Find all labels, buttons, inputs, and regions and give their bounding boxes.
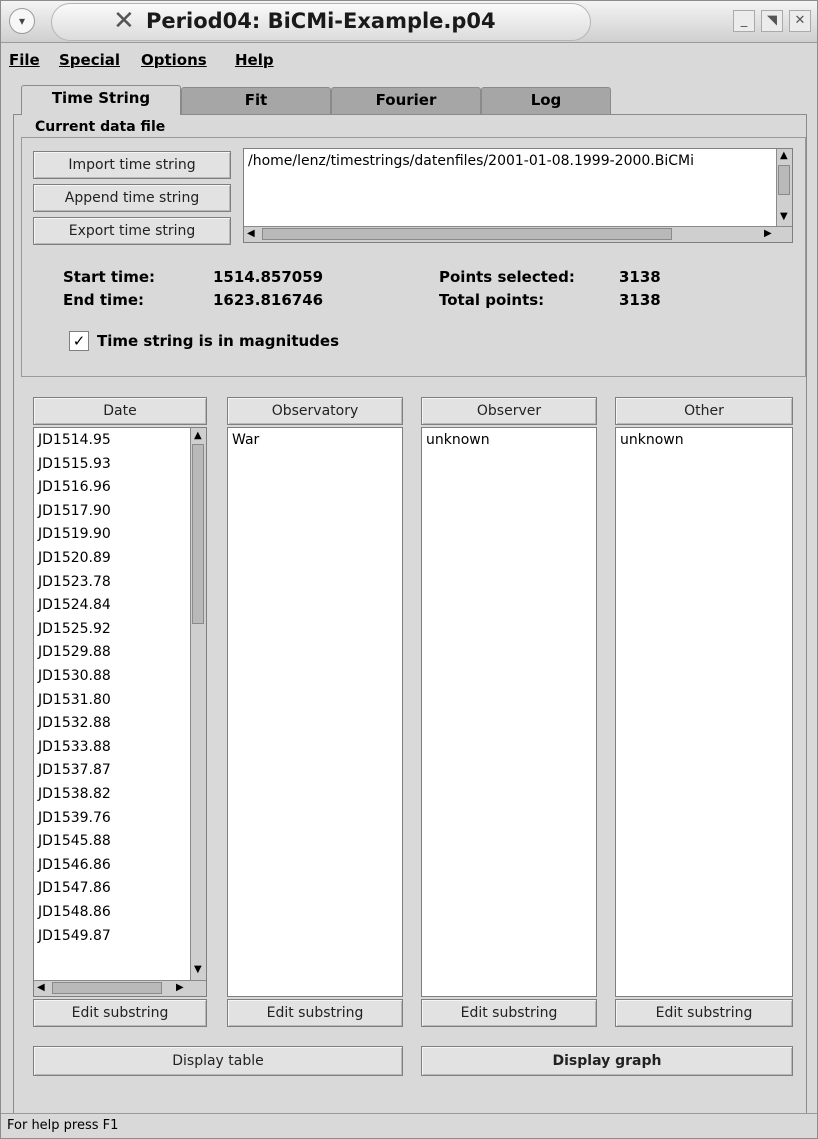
- edit-substring-observatory-button[interactable]: Edit substring: [227, 999, 403, 1027]
- date-list-item[interactable]: JD1516.96: [38, 479, 111, 495]
- tab-time-string[interactable]: Time String: [21, 85, 181, 115]
- display-table-button[interactable]: Display table: [33, 1046, 403, 1076]
- edit-substring-date-button[interactable]: Edit substring: [33, 999, 207, 1027]
- path-vertical-scrollbar[interactable]: ▲ ▼: [776, 149, 792, 227]
- date-hscroll-thumb[interactable]: [52, 982, 162, 994]
- menu-special[interactable]: Special: [59, 51, 120, 69]
- date-list-item[interactable]: JD1530.88: [38, 668, 111, 684]
- list-item[interactable]: unknown: [620, 432, 684, 448]
- other-listbox[interactable]: unknown: [615, 427, 793, 997]
- end-time-value: 1623.816746: [213, 291, 324, 309]
- date-list-item[interactable]: JD1523.78: [38, 574, 111, 590]
- column-header-other[interactable]: Other: [615, 397, 793, 425]
- export-time-string-button[interactable]: Export time string: [33, 217, 231, 245]
- magnitudes-checkbox[interactable]: ✓: [69, 331, 89, 351]
- menu-file[interactable]: File: [9, 51, 40, 69]
- date-horizontal-scrollbar[interactable]: ◀ ▶: [34, 980, 206, 996]
- close-icon[interactable]: ✕: [789, 10, 811, 32]
- date-list-item[interactable]: JD1520.89: [38, 550, 111, 566]
- date-listbox[interactable]: JD1514.95 JD1515.93 JD1516.96 JD1517.90 JD15…: [33, 427, 207, 997]
- menu-options[interactable]: Options: [141, 51, 207, 69]
- total-points-value: 3138: [619, 291, 661, 309]
- date-scroll-left-icon[interactable]: ◀: [37, 982, 45, 994]
- date-list-item[interactable]: JD1515.93: [38, 456, 111, 472]
- date-list-item[interactable]: JD1514.95: [38, 432, 111, 448]
- date-list-item[interactable]: JD1524.84: [38, 597, 111, 613]
- path-hscroll-thumb[interactable]: [262, 228, 672, 240]
- date-list-item[interactable]: JD1517.90: [38, 503, 111, 519]
- menu-help[interactable]: Help: [235, 51, 274, 69]
- x-logo-icon: ✕: [113, 6, 135, 36]
- column-header-observer[interactable]: Observer: [421, 397, 597, 425]
- display-graph-button[interactable]: Display graph: [421, 1046, 793, 1076]
- date-list-item[interactable]: JD1529.88: [38, 644, 111, 660]
- path-vscroll-thumb[interactable]: [778, 165, 790, 195]
- edit-substring-observer-button[interactable]: Edit substring: [421, 999, 597, 1027]
- tab-fourier[interactable]: Fourier: [331, 87, 481, 114]
- observatory-listbox[interactable]: War: [227, 427, 403, 997]
- list-item[interactable]: unknown: [426, 432, 490, 448]
- end-time-label: End time:: [63, 291, 144, 309]
- date-list-item[interactable]: JD1547.86: [38, 880, 111, 896]
- date-list-item[interactable]: JD1533.88: [38, 739, 111, 755]
- application-window: ▾ ✕ Period04: BiCMi-Example.p04 _ ◥ ✕ Fi…: [0, 0, 818, 1139]
- file-path-textarea[interactable]: /home/lenz/timestrings/datenfiles/2001-0…: [243, 148, 793, 243]
- date-list-item[interactable]: JD1525.92: [38, 621, 111, 637]
- date-list-item[interactable]: JD1545.88: [38, 833, 111, 849]
- date-list-item[interactable]: JD1546.86: [38, 857, 111, 873]
- window-title: Period04: BiCMi-Example.p04: [146, 9, 496, 33]
- date-list-item[interactable]: JD1549.87: [38, 928, 111, 944]
- minimize-icon[interactable]: _: [733, 10, 755, 32]
- status-bar: For help press F1: [1, 1113, 817, 1138]
- status-text: For help press F1: [7, 1118, 119, 1133]
- window-menu-icon[interactable]: ▾: [9, 8, 35, 34]
- date-scroll-right-icon[interactable]: ▶: [176, 982, 184, 994]
- edit-substring-other-button[interactable]: Edit substring: [615, 999, 793, 1027]
- date-list-item[interactable]: JD1531.80: [38, 692, 111, 708]
- date-scroll-up-icon[interactable]: ▲: [194, 430, 202, 442]
- points-selected-value: 3138: [619, 268, 661, 286]
- tab-fit[interactable]: Fit: [181, 87, 331, 114]
- tab-log[interactable]: Log: [481, 87, 611, 114]
- file-path-text: /home/lenz/timestrings/datenfiles/2001-0…: [248, 153, 694, 169]
- date-list-item[interactable]: JD1548.86: [38, 904, 111, 920]
- start-time-value: 1514.857059: [213, 268, 324, 286]
- column-header-observatory[interactable]: Observatory: [227, 397, 403, 425]
- list-item[interactable]: War: [232, 432, 259, 448]
- date-scroll-down-icon[interactable]: ▼: [194, 964, 202, 976]
- scroll-down-icon[interactable]: ▼: [780, 211, 788, 223]
- start-time-label: Start time:: [63, 268, 155, 286]
- menubar: File Special Options Help: [1, 49, 817, 75]
- points-selected-label: Points selected:: [439, 268, 575, 286]
- date-list-item[interactable]: JD1519.90: [38, 526, 111, 542]
- column-header-date[interactable]: Date: [33, 397, 207, 425]
- scroll-right-icon[interactable]: ▶: [764, 228, 772, 240]
- date-list-item[interactable]: JD1537.87: [38, 762, 111, 778]
- date-vscroll-thumb[interactable]: [192, 444, 204, 624]
- scroll-left-icon[interactable]: ◀: [247, 228, 255, 240]
- observer-listbox[interactable]: unknown: [421, 427, 597, 997]
- magnitudes-label: Time string is in magnitudes: [97, 332, 340, 350]
- scroll-up-icon[interactable]: ▲: [780, 150, 788, 162]
- import-time-string-button[interactable]: Import time string: [33, 151, 231, 179]
- date-list-item[interactable]: JD1532.88: [38, 715, 111, 731]
- date-list-item[interactable]: JD1538.82: [38, 786, 111, 802]
- append-time-string-button[interactable]: Append time string: [33, 184, 231, 212]
- current-data-file-label: Current data file: [33, 119, 168, 135]
- title-bar[interactable]: ▾ ✕ Period04: BiCMi-Example.p04 _ ◥ ✕: [1, 1, 817, 43]
- maximize-icon[interactable]: ◥: [761, 10, 783, 32]
- total-points-label: Total points:: [439, 291, 545, 309]
- date-vertical-scrollbar[interactable]: ▲ ▼: [190, 428, 206, 980]
- date-list-item[interactable]: JD1539.76: [38, 810, 111, 826]
- path-horizontal-scrollbar[interactable]: ◀ ▶: [244, 226, 792, 242]
